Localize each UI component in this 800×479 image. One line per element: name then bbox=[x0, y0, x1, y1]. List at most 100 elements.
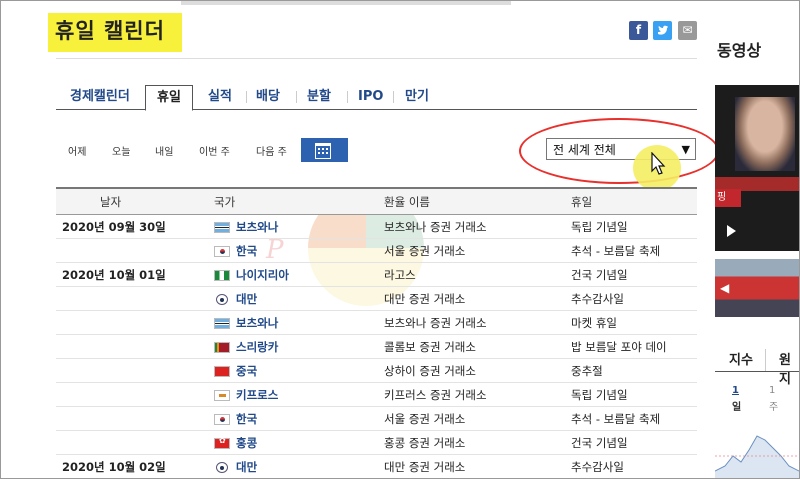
tab-ipo[interactable]: IPO bbox=[358, 85, 383, 108]
calendar-icon bbox=[315, 143, 331, 159]
row-exchange: 서울 증권 거래소 bbox=[384, 238, 571, 263]
row-exchange: 라고스 bbox=[384, 262, 571, 287]
row-exchange: 보츠와나 증권 거래소 bbox=[384, 214, 571, 239]
row-holiday: 추수감사일 bbox=[571, 286, 697, 311]
table-row: 2020년 10월 02일 대만 대만 증권 거래소 추수감사일 bbox=[56, 454, 697, 478]
row-date bbox=[56, 406, 214, 431]
country-link[interactable]: 나이지리아 bbox=[236, 268, 289, 282]
country-link[interactable]: 한국 bbox=[236, 412, 257, 426]
tab-separator bbox=[347, 91, 348, 103]
row-country-cell: 스리랑카 bbox=[214, 334, 384, 359]
row-exchange: 보츠와나 증권 거래소 bbox=[384, 310, 571, 335]
table-row: 중국 상하이 증권 거래소 중추절 bbox=[56, 358, 697, 383]
table-row: 2020년 09월 30일 보츠와나 보츠와나 증권 거래소 독립 기념일 bbox=[56, 214, 697, 239]
country-flag-icon bbox=[214, 389, 230, 401]
row-holiday: 독립 기념일 bbox=[571, 214, 697, 239]
tab-separator bbox=[296, 91, 297, 103]
twitter-share-icon[interactable] bbox=[653, 21, 672, 40]
row-holiday: 밥 보름달 포야 데이 bbox=[571, 334, 697, 359]
page-title: 휴일 캘린더 bbox=[55, 19, 165, 43]
right-sidebar: 동영상 핑 ◀ 지수 원지 1 일 1 주 bbox=[707, 1, 799, 478]
row-country-cell: 보츠와나 bbox=[214, 310, 384, 335]
chevron-down-icon: ▼ bbox=[681, 143, 690, 156]
period-1-week-number[interactable]: 1 bbox=[769, 385, 775, 396]
video-banner-text: 핑 bbox=[715, 189, 741, 207]
country-flag-icon bbox=[216, 293, 228, 305]
row-exchange: 대만 증권 거래소 bbox=[384, 454, 571, 478]
chevron-left-icon[interactable]: ◀ bbox=[720, 281, 729, 295]
tab-economic-calendar[interactable]: 경제캘린더 bbox=[70, 85, 130, 108]
country-link[interactable]: 대만 bbox=[236, 292, 257, 306]
tab-separator bbox=[246, 91, 247, 103]
row-holiday: 추석 - 보름달 축제 bbox=[571, 406, 697, 431]
column-header-holiday: 휴일 bbox=[571, 187, 697, 215]
tab-earnings[interactable]: 실적 bbox=[208, 85, 232, 108]
video-frame bbox=[735, 97, 795, 171]
row-date: 2020년 10월 01일 bbox=[56, 262, 214, 287]
country-link[interactable]: 보츠와나 bbox=[236, 220, 278, 234]
row-exchange: 콜롬보 증권 거래소 bbox=[384, 334, 571, 359]
table-row: 키프로스 키프러스 증권 거래소 독립 기념일 bbox=[56, 382, 697, 407]
tab-separator bbox=[765, 349, 766, 371]
row-holiday: 건국 기념일 bbox=[571, 430, 697, 455]
country-flag-icon bbox=[214, 436, 230, 449]
table-row: 2020년 10월 01일 나이지리아 라고스 건국 기념일 bbox=[56, 262, 697, 287]
tomorrow-button[interactable]: 내일 bbox=[155, 143, 173, 158]
table-row: 홍콩 홍콩 증권 거래소건국 기념일 bbox=[56, 430, 697, 455]
row-country-cell: 키프로스 bbox=[214, 382, 384, 407]
country-link[interactable]: 스리랑카 bbox=[236, 340, 278, 354]
row-date bbox=[56, 382, 214, 407]
country-flag-icon bbox=[214, 341, 230, 353]
country-link[interactable]: 한국 bbox=[236, 244, 257, 258]
row-exchange: 키프러스 증권 거래소 bbox=[384, 382, 571, 407]
tab-index[interactable]: 지수 bbox=[729, 349, 753, 368]
row-date: 2020년 10월 02일 bbox=[56, 454, 214, 478]
period-1-week-unit[interactable]: 주 bbox=[769, 398, 778, 413]
row-country-cell: 중국 bbox=[214, 358, 384, 383]
row-exchange: 홍콩 증권 거래소 bbox=[384, 430, 571, 455]
period-1-day-unit[interactable]: 일 bbox=[732, 398, 741, 413]
video-section-title: 동영상 bbox=[717, 41, 762, 60]
table-row: 보츠와나 보츠와나 증권 거래소 마켓 휴일 bbox=[56, 310, 697, 335]
top-ad-strip bbox=[181, 1, 511, 5]
row-exchange: 대만 증권 거래소 bbox=[384, 286, 571, 311]
row-date bbox=[56, 310, 214, 335]
column-header-date: 날자 bbox=[56, 187, 214, 215]
page-frame: 휴일 캘린더 f ✉ 경제캘린더 휴일 실적 배당 분할 IPO 만기 어제 오… bbox=[0, 0, 800, 479]
video-thumbnail-main[interactable]: 핑 bbox=[715, 85, 799, 251]
play-icon[interactable] bbox=[727, 225, 736, 237]
period-1-day-number[interactable]: 1 bbox=[732, 385, 739, 396]
video-thumbnail-secondary[interactable]: ◀ bbox=[715, 259, 799, 317]
calendar-tabs: 경제캘린더 휴일 실적 배당 분할 IPO 만기 bbox=[56, 85, 697, 111]
row-holiday: 독립 기념일 bbox=[571, 382, 697, 407]
row-country-cell: 대만 bbox=[214, 286, 384, 311]
country-flag-icon bbox=[216, 461, 228, 473]
tab-splits[interactable]: 분할 bbox=[307, 85, 331, 108]
mail-share-icon[interactable]: ✉ bbox=[678, 21, 697, 40]
facebook-share-icon[interactable]: f bbox=[629, 21, 648, 40]
next-week-button[interactable]: 다음 주 bbox=[256, 143, 287, 158]
tab-dividends[interactable]: 배당 bbox=[256, 85, 280, 108]
country-link[interactable]: 키프로스 bbox=[236, 388, 278, 402]
country-link[interactable]: 대만 bbox=[236, 460, 257, 474]
yesterday-button[interactable]: 어제 bbox=[68, 143, 86, 158]
country-link[interactable]: 홍콩 bbox=[236, 436, 257, 450]
row-holiday: 마켓 휴일 bbox=[571, 310, 697, 335]
table-row: 스리랑카 콜롬보 증권 거래소 밥 보름달 포야 데이 bbox=[56, 334, 697, 359]
row-date bbox=[56, 358, 214, 383]
date-picker-button[interactable] bbox=[301, 138, 348, 162]
country-link[interactable]: 중국 bbox=[236, 364, 257, 378]
country-flag-icon bbox=[214, 317, 230, 329]
table-header-row: 날자 국가 환율 이름 휴일 bbox=[56, 187, 697, 215]
index-mini-chart bbox=[715, 435, 799, 478]
today-button[interactable]: 오늘 bbox=[112, 143, 130, 158]
tab-expiration[interactable]: 만기 bbox=[405, 85, 429, 108]
holiday-table: 날자 국가 환율 이름 휴일 2020년 09월 30일 보츠와나 보츠와나 증권 … bbox=[56, 187, 697, 478]
this-week-button[interactable]: 이번 주 bbox=[199, 143, 230, 158]
country-link[interactable]: 보츠와나 bbox=[236, 316, 278, 330]
country-flag-icon bbox=[214, 269, 230, 281]
country-flag-icon bbox=[214, 365, 230, 377]
tab-holidays[interactable]: 휴일 bbox=[145, 85, 193, 111]
tab-separator bbox=[393, 91, 394, 103]
tab-raw-materials[interactable]: 원지 bbox=[779, 349, 799, 387]
